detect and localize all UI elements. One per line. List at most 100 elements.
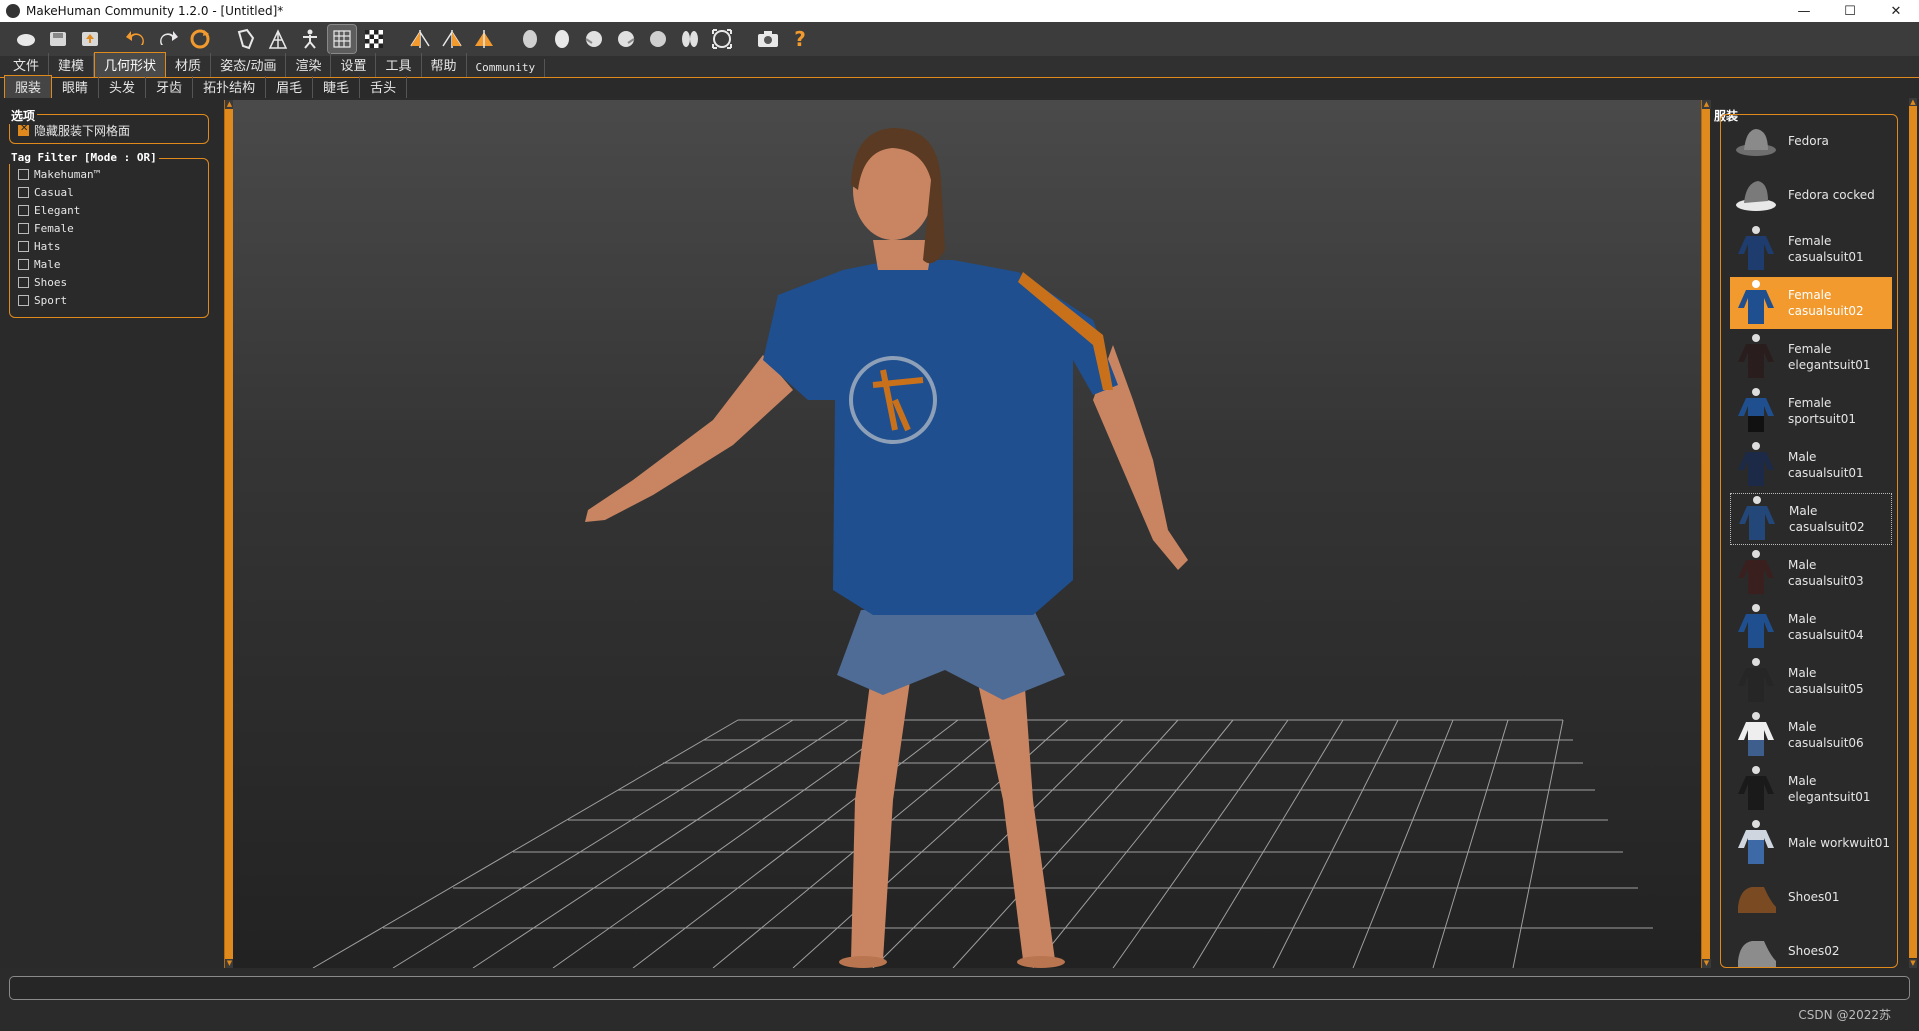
bottom-view-icon[interactable]: [676, 25, 704, 53]
export-icon[interactable]: [76, 25, 104, 53]
tag-filter-hats[interactable]: Hats: [10, 237, 208, 255]
clothes-item-male-elegantsuit01[interactable]: Male elegantsuit01: [1730, 763, 1892, 815]
scene-canvas[interactable]: [233, 100, 1701, 968]
tag-checkbox[interactable]: [18, 222, 29, 234]
tag-checkbox[interactable]: [18, 276, 29, 288]
clothes-item-fedora[interactable]: Fedora: [1730, 115, 1892, 167]
tag-filter-elegant[interactable]: Elegant: [10, 201, 208, 219]
tag-filter-makehuman[interactable]: Makehuman™: [10, 165, 208, 183]
right-view-icon[interactable]: [612, 25, 640, 53]
subtab-teeth[interactable]: 牙齿: [146, 76, 194, 98]
redo-icon[interactable]: [154, 25, 182, 53]
tab-settings[interactable]: 设置: [331, 53, 377, 77]
clothes-item-shoes01[interactable]: Shoes01: [1730, 871, 1892, 923]
clothes-item-shoes02[interactable]: Shoes02: [1730, 925, 1892, 967]
subtab-hair[interactable]: 头发: [99, 76, 147, 98]
symmetry-left-icon[interactable]: [438, 25, 466, 53]
options-title: 选项: [9, 107, 38, 124]
tag-checkbox[interactable]: [18, 294, 29, 306]
right-leg: [973, 660, 1055, 960]
clothes-item-male-casualsuit04[interactable]: Male casualsuit04: [1730, 601, 1892, 653]
tab-materials[interactable]: 材质: [166, 53, 212, 77]
clothes-item-male-casualsuit01[interactable]: Male casualsuit01: [1730, 439, 1892, 491]
tab-pose-animate[interactable]: 姿态/动画: [211, 53, 287, 77]
clothes-item-male-worksuit01[interactable]: Male workwuit01: [1730, 817, 1892, 869]
hide-faces-label: 隐藏服装下网格面: [34, 123, 131, 138]
maximize-button[interactable]: ☐: [1827, 0, 1873, 22]
tab-file[interactable]: 文件: [4, 53, 50, 77]
tag-filter-female[interactable]: Female: [10, 219, 208, 237]
clothes-item-female-casualsuit02[interactable]: Female casualsuit02: [1730, 277, 1892, 329]
clothes-item-fedora-cocked[interactable]: Fedora cocked: [1730, 169, 1892, 221]
clothes-list: Fedora Fedora cocked Female casualsuit01 …: [1720, 114, 1898, 968]
tag-checkbox[interactable]: [18, 240, 29, 252]
tag-filter-male[interactable]: Male: [10, 255, 208, 273]
tag-checkbox[interactable]: [18, 168, 29, 180]
tag-checkbox[interactable]: [18, 186, 29, 198]
left-splitter[interactable]: ▲ ▼: [224, 100, 234, 968]
symmetry-icon[interactable]: [470, 25, 498, 53]
item-label-line2: elegantsuit01: [1788, 358, 1871, 372]
clothes-item-female-casualsuit01[interactable]: Female casualsuit01: [1730, 223, 1892, 275]
tag-checkbox[interactable]: [18, 258, 29, 270]
tab-geometries[interactable]: 几何形状: [94, 52, 167, 77]
clothes-item-male-casualsuit03[interactable]: Male casualsuit03: [1730, 547, 1892, 599]
tab-community[interactable]: Community: [467, 59, 546, 77]
close-button[interactable]: ✕: [1873, 0, 1919, 22]
tag-filter-casual[interactable]: Casual: [10, 183, 208, 201]
tab-help[interactable]: 帮助: [422, 53, 467, 77]
grid-icon[interactable]: [327, 24, 357, 54]
clothes-item-male-casualsuit06[interactable]: Male casualsuit06: [1730, 709, 1892, 761]
reset-icon[interactable]: [186, 25, 214, 53]
wireframe-icon[interactable]: [264, 25, 292, 53]
tag-label: Shoes: [34, 275, 68, 289]
screenshot-icon[interactable]: [754, 25, 782, 53]
clothes-item-female-sportsuit01[interactable]: Female sportsuit01: [1730, 385, 1892, 437]
right-splitter[interactable]: ▲ ▼: [1701, 100, 1711, 968]
scrollbar-thumb[interactable]: [1909, 106, 1917, 958]
splitter-down-arrow-icon[interactable]: ▼: [1702, 959, 1711, 968]
3d-viewport[interactable]: [233, 100, 1701, 968]
clothes-item-male-casualsuit02[interactable]: Male casualsuit02: [1730, 493, 1892, 545]
pose-icon[interactable]: [232, 25, 260, 53]
splitter-up-arrow-icon[interactable]: ▲: [1702, 100, 1711, 109]
hide-faces-row[interactable]: 隐藏服装下网格面: [10, 121, 208, 139]
progress-bar: [9, 976, 1910, 1000]
front-view-icon[interactable]: [516, 25, 544, 53]
clothes-item-female-elegantsuit01[interactable]: Female elegantsuit01: [1730, 331, 1892, 383]
tag-label: Makehuman™: [34, 167, 101, 181]
subtab-clothes[interactable]: 服装: [4, 75, 53, 98]
minimize-button[interactable]: —: [1781, 0, 1827, 22]
undo-icon[interactable]: [122, 25, 150, 53]
suit-thumbnail: [1730, 601, 1782, 653]
symmetry-right-icon[interactable]: [406, 25, 434, 53]
item-label-line1: Male: [1788, 450, 1817, 464]
checker-icon[interactable]: [360, 25, 388, 53]
subtab-eyes[interactable]: 眼睛: [52, 76, 100, 98]
right-scrollbar[interactable]: ▲ ▼: [1908, 98, 1918, 968]
subtab-eyebrows[interactable]: 眉毛: [266, 76, 314, 98]
top-view-icon[interactable]: [644, 25, 672, 53]
tag-filter-shoes[interactable]: Shoes: [10, 273, 208, 291]
left-view-icon[interactable]: [580, 25, 608, 53]
tag-filter-sport[interactable]: Sport: [10, 291, 208, 309]
back-view-icon[interactable]: [548, 25, 576, 53]
tag-checkbox[interactable]: [18, 204, 29, 216]
item-label-line2: casualsuit05: [1788, 682, 1864, 696]
tab-modelling[interactable]: 建模: [49, 53, 95, 77]
reset-camera-icon[interactable]: [708, 25, 736, 53]
help-icon[interactable]: ?: [786, 25, 814, 53]
subtab-eyelashes[interactable]: 睫毛: [313, 76, 361, 98]
hide-faces-checkbox[interactable]: [18, 123, 29, 136]
subtab-topologies[interactable]: 拓扑结构: [193, 76, 267, 98]
skeleton-icon[interactable]: [296, 25, 324, 53]
scroll-down-arrow-icon[interactable]: ▼: [1909, 959, 1917, 968]
app-logo-icon: [6, 4, 20, 18]
subtab-tongue[interactable]: 舌头: [360, 76, 408, 98]
tab-rendering[interactable]: 渲染: [286, 53, 332, 77]
new-file-icon[interactable]: [12, 25, 40, 53]
clothes-item-male-casualsuit05[interactable]: Male casualsuit05: [1730, 655, 1892, 707]
tab-utilities[interactable]: 工具: [376, 53, 422, 77]
human-model[interactable]: [585, 128, 1188, 968]
save-icon[interactable]: [44, 25, 72, 53]
